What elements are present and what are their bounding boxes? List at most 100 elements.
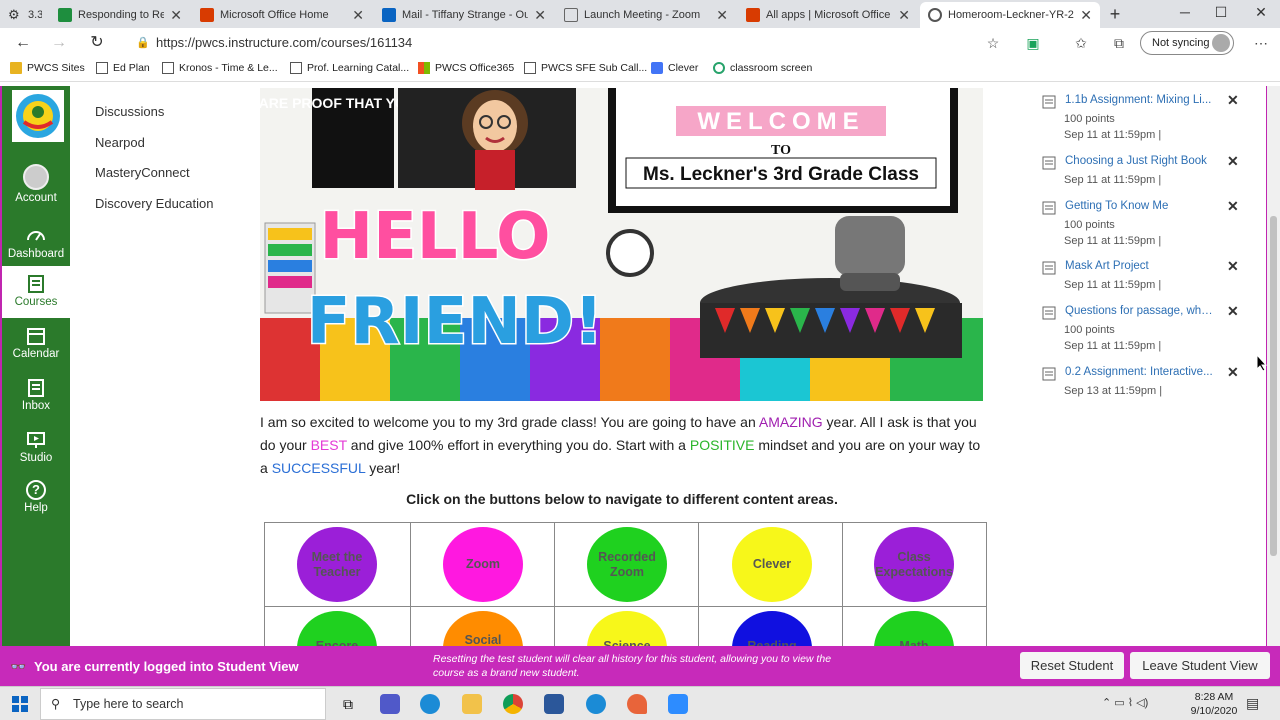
courses-icon bbox=[26, 274, 46, 294]
dismiss-icon[interactable]: ✕ bbox=[1227, 198, 1239, 215]
avatar bbox=[23, 164, 49, 190]
collections-icon[interactable]: ⧉ bbox=[1110, 34, 1128, 52]
positive-word: POSITIVE bbox=[689, 437, 755, 453]
bookmark[interactable]: PWCS SFE Sub Call... bbox=[524, 62, 647, 74]
minimize-button[interactable]: ─ bbox=[1170, 4, 1200, 20]
bookmark[interactable]: Kronos - Time & Le... bbox=[162, 62, 278, 74]
browser-tab[interactable]: Responding to Readin ✕ bbox=[50, 2, 190, 28]
windows-start-icon[interactable] bbox=[12, 696, 28, 712]
global-nav-inbox[interactable]: Inbox bbox=[2, 378, 70, 412]
bookmark[interactable]: Ed Plan bbox=[96, 62, 150, 74]
notification-icon[interactable]: ▤ bbox=[1246, 695, 1259, 712]
close-icon[interactable]: ✕ bbox=[716, 7, 728, 24]
reset-student-button[interactable]: Reset Student bbox=[1020, 652, 1124, 679]
close-icon[interactable]: ✕ bbox=[1080, 7, 1092, 24]
taskbar-search-input[interactable]: ⚲ Type here to search bbox=[40, 688, 326, 720]
todo-points: 100 points bbox=[1064, 219, 1115, 231]
todo-points: 100 points bbox=[1064, 113, 1115, 125]
bookmark[interactable]: PWCS Office365 bbox=[418, 62, 514, 74]
edge-icon[interactable] bbox=[420, 694, 440, 714]
forward-button[interactable]: → bbox=[48, 32, 70, 54]
close-window-button[interactable]: ✕ bbox=[1246, 4, 1276, 21]
back-button[interactable]: ← bbox=[12, 32, 34, 54]
recorded-zoom-button[interactable]: Recorded Zoom bbox=[587, 527, 667, 602]
close-icon[interactable]: ✕ bbox=[534, 7, 546, 24]
search-placeholder: Type here to search bbox=[73, 697, 184, 711]
course-nav-discovery-education[interactable]: Discovery Education bbox=[95, 196, 214, 211]
profile-sync-button[interactable]: Not syncing bbox=[1140, 31, 1234, 55]
clever-button[interactable]: Clever bbox=[732, 527, 812, 602]
todo-due-date: Sep 11 at 11:59pm | bbox=[1064, 235, 1162, 247]
bookmark[interactable]: classroom screen bbox=[713, 62, 812, 74]
browser-tab[interactable]: All apps | Microsoft Office ✕ bbox=[738, 2, 918, 28]
todo-title-link[interactable]: 0.2 Assignment: Interactive... bbox=[1065, 366, 1215, 378]
bookmark[interactable]: PWCS Sites bbox=[10, 62, 85, 74]
gear-icon: ⚙ bbox=[8, 7, 20, 22]
dismiss-icon[interactable]: ✕ bbox=[1227, 258, 1239, 275]
browser-tab[interactable]: Launch Meeting - Zoom ✕ bbox=[556, 2, 736, 28]
page-icon bbox=[96, 62, 108, 74]
global-nav-help[interactable]: ? Help bbox=[2, 480, 70, 514]
teams-icon[interactable] bbox=[380, 694, 400, 714]
close-icon[interactable]: ✕ bbox=[898, 7, 910, 24]
successful-word: SUCCESSFUL bbox=[271, 460, 366, 476]
task-view-icon[interactable]: ⧉ bbox=[338, 694, 358, 714]
clever-icon bbox=[651, 62, 663, 74]
browser-tab[interactable]: Microsoft Office Home ✕ bbox=[192, 2, 372, 28]
course-nav-masteryconnect[interactable]: MasteryConnect bbox=[95, 165, 190, 180]
office-logo-icon bbox=[418, 62, 430, 74]
global-nav-studio[interactable]: Studio bbox=[2, 430, 70, 464]
course-nav-discussions[interactable]: Discussions bbox=[95, 104, 164, 119]
new-tab-button[interactable]: + bbox=[1100, 4, 1130, 25]
global-nav-dashboard[interactable]: Dashboard bbox=[2, 226, 70, 260]
browser-tab-active[interactable]: Homeroom-Leckner-YR-202 ✕ bbox=[920, 2, 1100, 28]
todo-title-link[interactable]: Getting To Know Me bbox=[1065, 200, 1215, 212]
close-icon[interactable]: ✕ bbox=[352, 7, 364, 24]
class-expectations-button[interactable]: Class Expectations bbox=[874, 527, 954, 602]
favorite-star-icon[interactable]: ☆ bbox=[984, 34, 1002, 52]
app-icon[interactable] bbox=[627, 694, 647, 714]
chrome-icon[interactable] bbox=[503, 694, 523, 714]
ie-icon[interactable] bbox=[586, 694, 606, 714]
course-nav-nearpod[interactable]: Nearpod bbox=[95, 135, 145, 150]
zoom-button[interactable]: Zoom bbox=[443, 527, 523, 602]
global-nav-calendar[interactable]: Calendar bbox=[2, 326, 70, 360]
dismiss-icon[interactable]: ✕ bbox=[1227, 364, 1239, 381]
browser-tab[interactable]: Mail - Tiffany Strange - Outlo ✕ bbox=[374, 2, 554, 28]
close-icon[interactable]: ✕ bbox=[170, 7, 182, 24]
bookmark[interactable]: Prof. Learning Catal... bbox=[290, 62, 409, 74]
browser-tab[interactable]: ⚙ 3.3 bbox=[0, 2, 50, 28]
global-nav-courses[interactable]: Courses bbox=[2, 266, 70, 318]
extension-icon[interactable]: ▣ bbox=[1024, 34, 1042, 52]
todo-title-link[interactable]: Choosing a Just Right Book bbox=[1065, 155, 1215, 167]
page-scrollbar[interactable] bbox=[1267, 86, 1280, 646]
dismiss-icon[interactable]: ✕ bbox=[1227, 303, 1239, 320]
global-nav-account[interactable]: Account bbox=[2, 164, 70, 204]
dismiss-icon[interactable]: ✕ bbox=[1227, 92, 1239, 109]
windows-taskbar: ⚲ Type here to search ⧉ ⌃ ▭ ⌇ ◁) 8:28 AM… bbox=[0, 686, 1280, 720]
file-explorer-icon[interactable] bbox=[462, 694, 482, 714]
assignment-icon bbox=[1042, 306, 1056, 320]
todo-due-date: Sep 13 at 11:59pm | bbox=[1064, 385, 1163, 397]
word-icon[interactable] bbox=[544, 694, 564, 714]
maximize-button[interactable]: ☐ bbox=[1206, 4, 1236, 21]
school-logo[interactable] bbox=[12, 90, 64, 142]
refresh-button[interactable]: ↻ bbox=[86, 32, 108, 54]
address-bar[interactable]: 🔒 https://pwcs.instructure.com/courses/1… bbox=[124, 31, 1010, 55]
more-menu-icon[interactable]: ⋯ bbox=[1252, 34, 1270, 52]
friend-text: FRIEND! bbox=[307, 285, 603, 359]
meet-the-teacher-button[interactable]: Meet the Teacher bbox=[297, 527, 377, 602]
bookmark[interactable]: Clever bbox=[651, 62, 698, 74]
todo-title-link[interactable]: Mask Art Project bbox=[1065, 260, 1215, 272]
todo-title-link[interactable]: 1.1b Assignment: Mixing Li... bbox=[1065, 94, 1215, 106]
dismiss-icon[interactable]: ✕ bbox=[1227, 153, 1239, 170]
assignment-icon bbox=[1042, 261, 1056, 275]
assignment-icon bbox=[1042, 201, 1056, 215]
system-tray-icons[interactable]: ⌃ ▭ ⌇ ◁) bbox=[1102, 696, 1148, 709]
taskbar-clock[interactable]: 8:28 AM 9/10/2020 bbox=[1186, 690, 1242, 718]
zoom-icon[interactable] bbox=[668, 694, 688, 714]
todo-title-link[interactable]: Questions for passage, why... bbox=[1065, 305, 1215, 317]
scrollbar-thumb[interactable] bbox=[1270, 216, 1277, 556]
favorites-icon[interactable]: ✩ bbox=[1072, 34, 1090, 52]
leave-student-view-button[interactable]: Leave Student View bbox=[1130, 652, 1270, 679]
